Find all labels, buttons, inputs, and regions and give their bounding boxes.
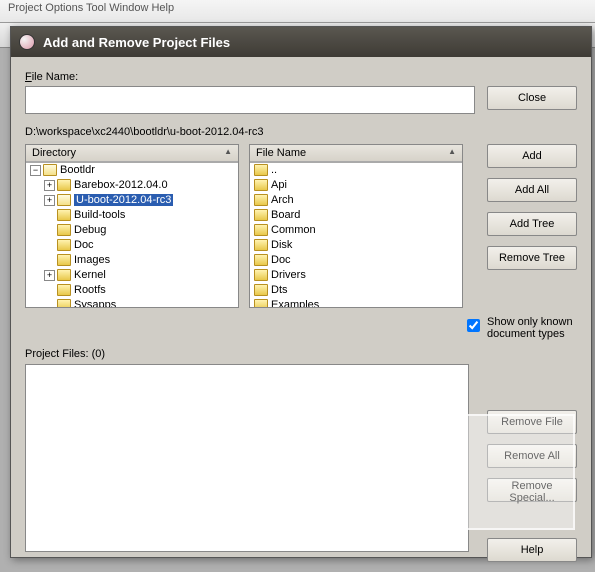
remove-tree-button[interactable]: Remove Tree — [487, 246, 577, 270]
folder-icon — [57, 194, 71, 206]
tree-item[interactable]: Images — [44, 253, 238, 268]
directory-header[interactable]: Directory▲ — [26, 145, 238, 162]
list-item[interactable]: Examples — [250, 298, 462, 307]
filelist-panel: File Name▲ ..ApiArchBoardCommonDiskDocDr… — [249, 144, 463, 308]
directory-tree[interactable]: −Bootldr+Barebox-2012.04.0+U-boot-2012.0… — [26, 162, 238, 307]
tree-item[interactable]: Sysapps — [44, 298, 238, 307]
folder-icon — [57, 299, 71, 307]
watermark-overlay — [381, 414, 575, 530]
add-all-button[interactable]: Add All — [487, 178, 577, 202]
file-list[interactable]: ..ApiArchBoardCommonDiskDocDriversDtsExa… — [250, 162, 462, 307]
folder-icon — [57, 179, 71, 191]
folder-icon — [57, 269, 71, 281]
expand-icon[interactable]: + — [44, 270, 55, 281]
folder-icon — [57, 254, 71, 266]
filename-label: File Name: — [25, 71, 577, 83]
tree-item[interactable]: Doc — [44, 238, 238, 253]
folder-icon — [254, 299, 268, 307]
folder-icon — [254, 209, 268, 221]
folder-icon — [57, 209, 71, 221]
list-item[interactable]: Drivers — [250, 268, 462, 283]
folder-icon — [254, 284, 268, 296]
current-path: D:\workspace\xc2440\bootldr\u-boot-2012.… — [25, 126, 577, 138]
expand-icon[interactable]: + — [44, 195, 55, 206]
list-item[interactable]: Arch — [250, 193, 462, 208]
folder-icon — [57, 284, 71, 296]
list-item[interactable]: .. — [250, 163, 462, 178]
folder-icon — [254, 224, 268, 236]
close-button[interactable]: Close — [487, 86, 577, 110]
expand-icon[interactable]: + — [44, 180, 55, 191]
dialog-title: Add and Remove Project Files — [43, 35, 230, 50]
list-item[interactable]: Api — [250, 178, 462, 193]
tree-item[interactable]: Debug — [44, 223, 238, 238]
folder-icon — [254, 194, 268, 206]
folder-icon — [254, 269, 268, 281]
tree-item[interactable]: +Kernel — [44, 268, 238, 283]
project-files-label: Project Files: (0) — [25, 348, 577, 360]
folder-icon — [254, 179, 268, 191]
folder-open-icon — [43, 164, 57, 176]
show-known-checkbox[interactable] — [467, 319, 480, 332]
tree-item[interactable]: +U-boot-2012.04-rc3 — [44, 193, 238, 208]
list-item[interactable]: Board — [250, 208, 462, 223]
list-item[interactable]: Doc — [250, 253, 462, 268]
add-button[interactable]: Add — [487, 144, 577, 168]
tree-item[interactable]: Rootfs — [44, 283, 238, 298]
add-tree-button[interactable]: Add Tree — [487, 212, 577, 236]
list-item[interactable]: Disk — [250, 238, 462, 253]
collapse-icon[interactable]: − — [30, 165, 41, 176]
dialog-titlebar[interactable]: Add and Remove Project Files — [11, 27, 591, 57]
close-orb-icon[interactable] — [19, 34, 35, 50]
list-item[interactable]: Common — [250, 223, 462, 238]
folder-icon — [254, 164, 268, 176]
folder-icon — [57, 239, 71, 251]
folder-icon — [254, 254, 268, 266]
filelist-header[interactable]: File Name▲ — [250, 145, 462, 162]
sort-icon: ▲ — [448, 147, 456, 159]
folder-icon — [254, 239, 268, 251]
filename-input[interactable] — [25, 86, 475, 114]
directory-panel: Directory▲ −Bootldr+Barebox-2012.04.0+U-… — [25, 144, 239, 308]
tree-item[interactable]: +Barebox-2012.04.0 — [44, 178, 238, 193]
help-button[interactable]: Help — [487, 538, 577, 562]
main-menu-bar: Project Options Tool Window Help — [0, 0, 595, 23]
folder-icon — [57, 224, 71, 236]
show-known-label: Show only known document types — [487, 316, 577, 340]
tree-item[interactable]: Build-tools — [44, 208, 238, 223]
sort-icon: ▲ — [224, 147, 232, 159]
list-item[interactable]: Dts — [250, 283, 462, 298]
